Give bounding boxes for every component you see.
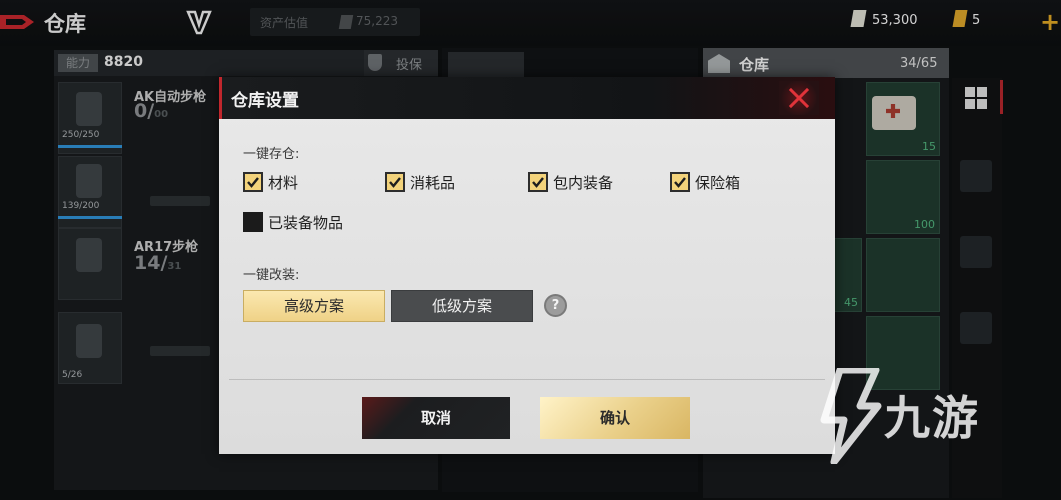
close-icon xyxy=(788,87,810,109)
checkbox-box xyxy=(385,172,405,192)
warehouse-settings-dialog: 仓库设置 一键存仓: 材料 消耗品 包内装备 保险箱 已装备物品 一键改装: 高… xyxy=(219,77,835,454)
checkbox-box xyxy=(528,172,548,192)
checkbox-label: 材料 xyxy=(268,174,299,192)
checkbox-label: 包内装备 xyxy=(553,174,614,192)
checkbox-box xyxy=(243,212,263,232)
close-button[interactable] xyxy=(779,81,819,115)
help-icon[interactable]: ? xyxy=(544,294,567,317)
dialog-header: 仓库设置 xyxy=(219,77,835,119)
checkbox-box xyxy=(243,172,263,192)
dialog-divider xyxy=(229,379,825,380)
checkbox-label: 保险箱 xyxy=(695,174,741,192)
checkmark-icon xyxy=(247,177,259,188)
mod-section-label: 一键改装: xyxy=(243,268,300,283)
confirm-button[interactable]: 确认 xyxy=(540,397,690,439)
checkbox-label: 消耗品 xyxy=(410,174,456,192)
cancel-button[interactable]: 取消 xyxy=(362,397,510,439)
header-accent xyxy=(219,77,222,119)
checkmark-icon xyxy=(674,177,686,188)
basic-plan-button[interactable]: 低级方案 xyxy=(391,290,533,322)
checkbox-label: 已装备物品 xyxy=(268,214,344,232)
watermark-text: 九游 xyxy=(884,391,980,445)
checkbox-box xyxy=(670,172,690,192)
store-section-label: 一键存仓: xyxy=(243,147,300,162)
checkmark-icon xyxy=(532,177,544,188)
watermark-logo-icon xyxy=(820,368,882,464)
dialog-title: 仓库设置 xyxy=(231,91,299,111)
checkmark-icon xyxy=(389,177,401,188)
advanced-plan-button[interactable]: 高级方案 xyxy=(243,290,385,322)
